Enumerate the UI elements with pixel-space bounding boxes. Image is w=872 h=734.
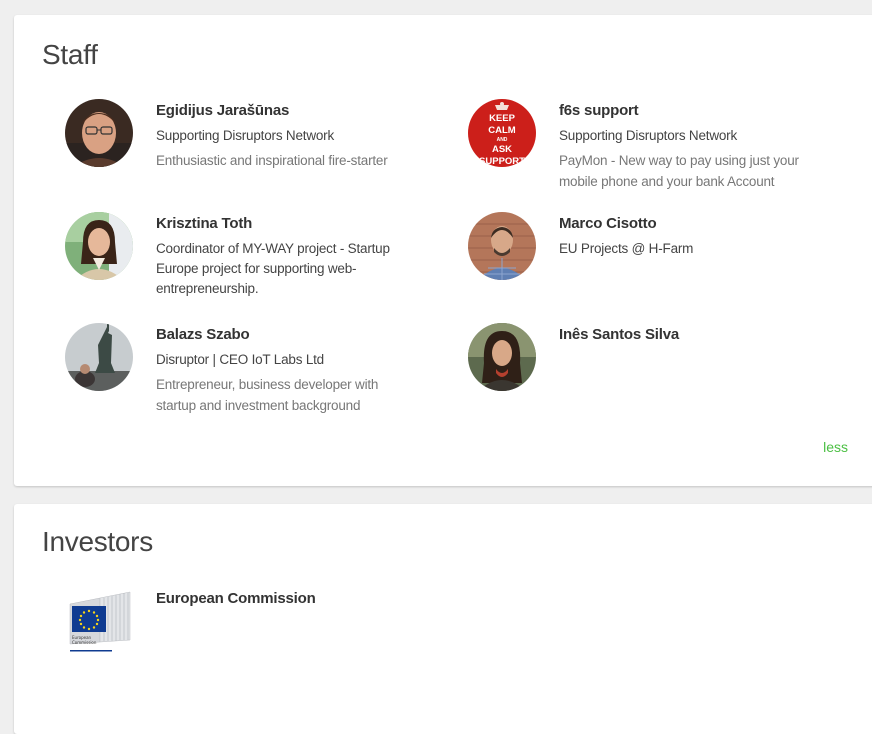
avatar[interactable] <box>468 212 536 280</box>
european-commission-logo[interactable]: European Commission <box>64 586 136 658</box>
less-link[interactable]: less <box>823 439 848 455</box>
staff-bio: Enthusiastic and inspirational fire-star… <box>156 153 388 168</box>
staff-role: Disruptor | CEO IoT Labs Ltd <box>156 352 324 367</box>
avatar-text-line: KEEP <box>489 113 516 124</box>
staff-name[interactable]: Krisztina Toth <box>156 214 406 234</box>
staff-name[interactable]: Marco Cisotto <box>559 214 809 234</box>
avatar[interactable] <box>65 212 133 280</box>
staff-role: EU Projects @ H-Farm <box>559 241 694 256</box>
avatar-text-line: CALM <box>488 125 516 136</box>
investor-name[interactable]: European Commission <box>156 590 316 607</box>
investors-card: Investors European Commission European C… <box>14 504 872 734</box>
staff-name[interactable]: f6s support <box>559 101 819 121</box>
investors-title: Investors <box>42 526 153 557</box>
staff-card: Staff Egidijus Jarašūnas Supporting Disr… <box>14 15 872 486</box>
staff-role: Supporting Disruptors Network <box>559 128 738 143</box>
avatar[interactable] <box>468 323 536 391</box>
avatar[interactable]: KEEP CALM AND ASK SUPPORT <box>468 99 536 167</box>
staff-name[interactable]: Balazs Szabo <box>156 325 406 345</box>
avatar[interactable] <box>65 99 133 167</box>
logo-caption-line: Commission <box>72 640 97 645</box>
staff-role: Coordinator of MY-WAY project - Startup … <box>156 241 390 296</box>
staff-title: Staff <box>42 39 98 70</box>
staff-role: Supporting Disruptors Network <box>156 128 335 143</box>
avatar[interactable] <box>65 323 133 391</box>
staff-bio: PayMon - New way to pay using just your … <box>559 153 799 189</box>
staff-bio: Entrepreneur, business developer with st… <box>156 377 379 413</box>
avatar-text-line: ASK <box>492 144 512 155</box>
avatar-text-line: SUPPORT <box>479 156 525 167</box>
staff-name[interactable]: Inês Santos Silva <box>559 325 809 345</box>
avatar-text-line: AND <box>497 137 508 143</box>
staff-name[interactable]: Egidijus Jarašūnas <box>156 101 406 121</box>
